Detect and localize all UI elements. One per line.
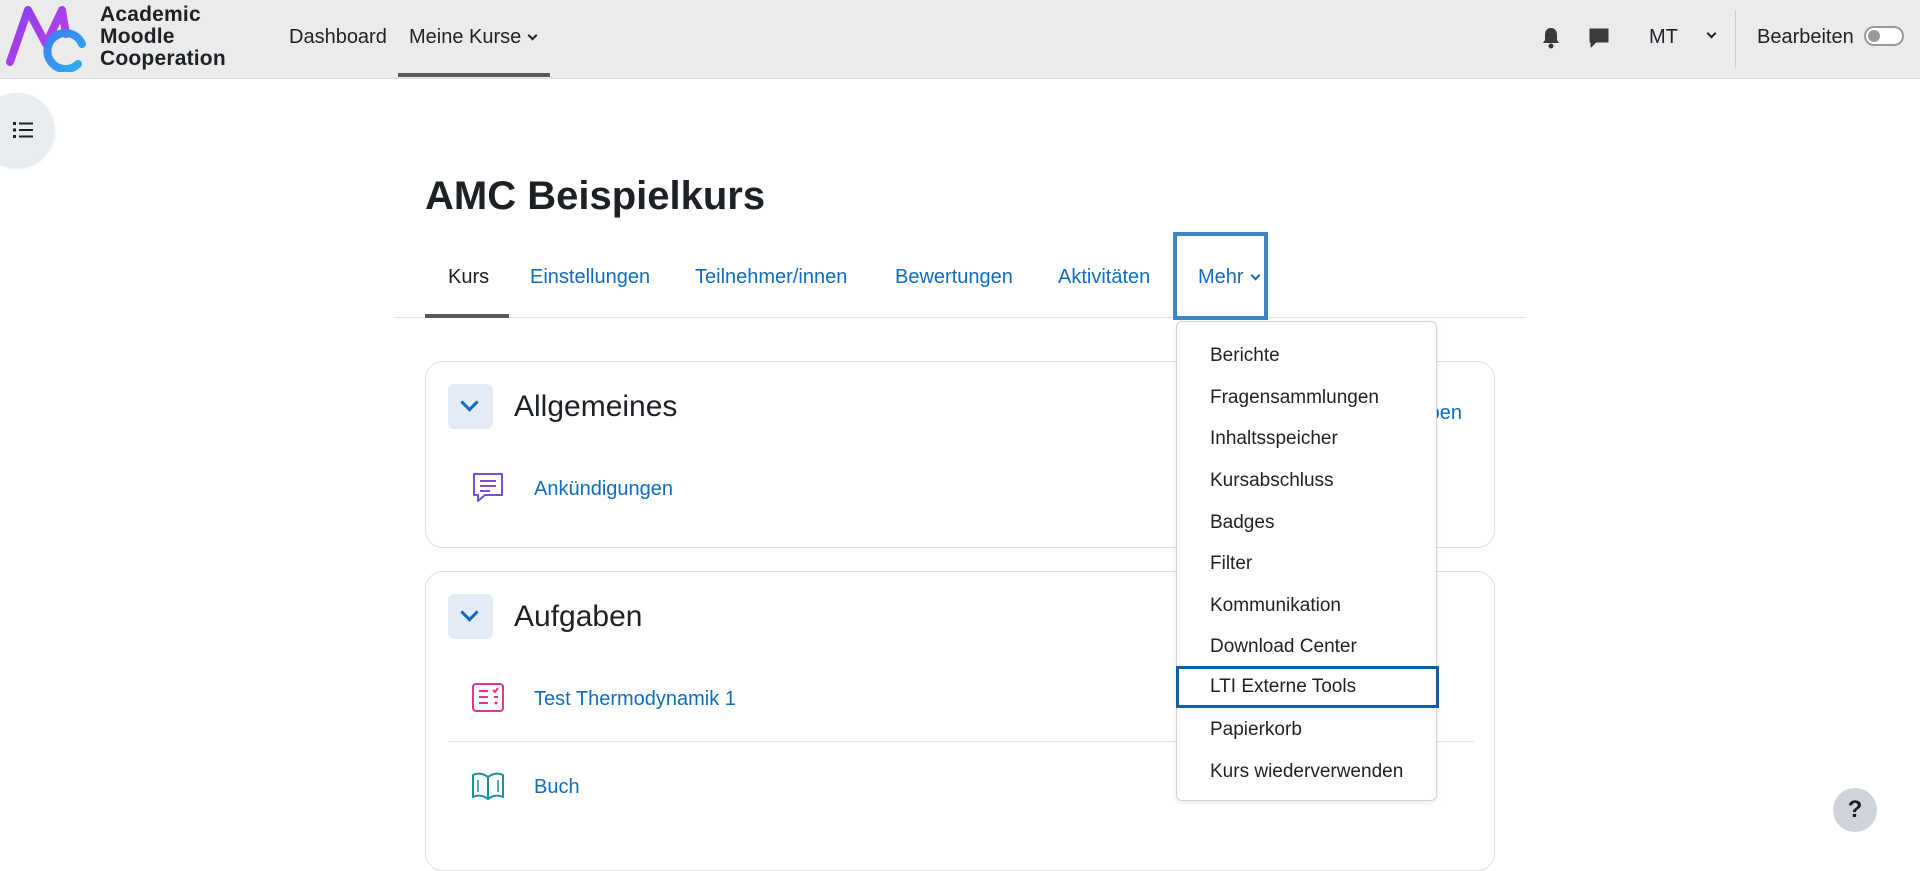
- menu-item-fragensammlungen[interactable]: Fragensammlungen: [1177, 377, 1438, 419]
- section-collapse-button[interactable]: [448, 384, 493, 429]
- forum-icon: [473, 473, 503, 502]
- tab-mehr-label: Mehr: [1198, 266, 1244, 288]
- activity-link[interactable]: Buch: [534, 776, 580, 799]
- menu-item-papierkorb[interactable]: Papierkorb: [1177, 709, 1438, 751]
- logo-line-1: Academic: [100, 3, 201, 26]
- book-icon: [472, 772, 504, 800]
- menu-item-inhaltsspeicher[interactable]: Inhaltsspeicher: [1177, 418, 1438, 460]
- user-menu-chevron-icon[interactable]: [1706, 28, 1717, 39]
- edit-mode-label: Bearbeiten: [1757, 26, 1854, 48]
- tab-aktivitaeten[interactable]: Aktivitäten: [1058, 266, 1150, 289]
- course-secondary-navigation: Kurs Einstellungen Teilnehmer/innen Bewe…: [394, 230, 1526, 320]
- tab-teilnehmer[interactable]: Teilnehmer/innen: [695, 266, 847, 289]
- quiz-icon: [472, 683, 504, 712]
- bell-icon[interactable]: [1541, 27, 1561, 49]
- user-menu-initials[interactable]: MT: [1649, 26, 1678, 49]
- menu-item-kommunikation[interactable]: Kommunikation: [1177, 585, 1438, 627]
- chat-icon[interactable]: [1588, 27, 1610, 49]
- chevron-down-icon: [460, 603, 479, 622]
- page-title: AMC Beispielkurs: [425, 174, 766, 218]
- nav-my-courses-label: Meine Kurse: [409, 26, 522, 48]
- edit-mode-toggle[interactable]: [1864, 26, 1904, 46]
- chevron-down-icon: [1250, 270, 1261, 281]
- menu-item-download-center[interactable]: Download Center: [1177, 626, 1438, 668]
- menu-item-lti-externe-tools[interactable]: LTI Externe Tools: [1176, 666, 1439, 708]
- top-navbar: Academic Moodle Cooperation Dashboard Me…: [0, 0, 1920, 79]
- tab-mehr[interactable]: Mehr: [1198, 266, 1261, 289]
- nav-my-courses-link[interactable]: Meine Kurse: [409, 26, 538, 49]
- tab-bewertungen[interactable]: Bewertungen: [895, 266, 1013, 289]
- chevron-down-icon: [527, 30, 538, 41]
- section-title: Allgemeines: [514, 390, 678, 423]
- tab-kurs[interactable]: Kurs: [448, 266, 489, 289]
- tab-active-indicator: [425, 314, 509, 318]
- menu-item-kursabschluss[interactable]: Kursabschluss: [1177, 460, 1438, 502]
- activity-link[interactable]: Test Thermodynamik 1: [534, 688, 736, 711]
- logo-text[interactable]: Academic Moodle Cooperation: [100, 4, 226, 70]
- help-button[interactable]: ?: [1833, 788, 1877, 832]
- logo-line-3: Cooperation: [100, 47, 226, 70]
- list-icon: [13, 122, 33, 138]
- menu-item-filter[interactable]: Filter: [1177, 543, 1438, 585]
- course-index-toggle-button[interactable]: [0, 93, 54, 167]
- chevron-down-icon: [460, 393, 479, 412]
- navbar-divider: [1735, 10, 1736, 68]
- menu-item-kurs-wiederverwenden[interactable]: Kurs wiederverwenden: [1177, 751, 1438, 793]
- menu-item-badges[interactable]: Badges: [1177, 502, 1438, 544]
- nav-dashboard-link[interactable]: Dashboard: [289, 26, 387, 49]
- section-collapse-button[interactable]: [448, 594, 493, 639]
- section-title: Aufgaben: [514, 600, 643, 633]
- nav-active-indicator: [398, 73, 550, 77]
- logo-line-2: Moodle: [100, 25, 175, 48]
- menu-item-berichte[interactable]: Berichte: [1177, 335, 1438, 377]
- tab-einstellungen[interactable]: Einstellungen: [530, 266, 650, 289]
- activity-link[interactable]: Ankündigungen: [534, 478, 673, 501]
- amc-logo-icon[interactable]: [6, 4, 86, 72]
- more-dropdown-menu: Berichte Fragensammlungen Inhaltsspeiche…: [1176, 321, 1439, 801]
